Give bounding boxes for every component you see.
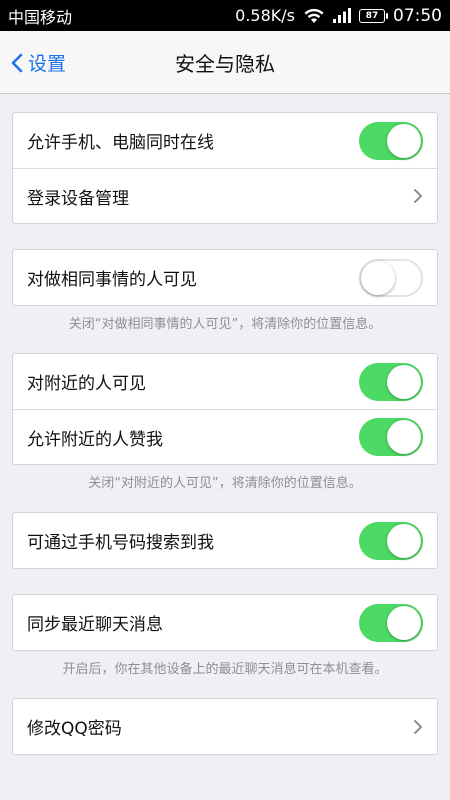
row-phone-search: 可通过手机号码搜索到我	[13, 513, 437, 568]
row-label: 同步最近聊天消息	[27, 615, 163, 635]
row-label: 允许手机、电脑同时在线	[27, 133, 214, 153]
status-indicators: 0.58K/s 87 07:50	[235, 6, 442, 26]
toggle-allow-multi-online[interactable]	[359, 121, 423, 160]
settings-group-password: 修改QQ密码	[12, 698, 438, 755]
back-label: 设置	[28, 53, 67, 75]
carrier-name: 中国移动	[8, 7, 73, 27]
settings-group-phone-search: 可通过手机号码搜索到我	[12, 512, 438, 569]
settings-group-online: 允许手机、电脑同时在线 登录设备管理	[12, 112, 438, 224]
row-visible-same-activity: 对做相同事情的人可见	[13, 250, 437, 305]
row-label: 对附近的人可见	[27, 374, 146, 394]
toggle-allow-nearby-like[interactable]	[359, 418, 423, 456]
row-visible-nearby: 对附近的人可见	[13, 354, 437, 409]
row-label: 对做相同事情的人可见	[27, 270, 197, 290]
signal-icon	[333, 8, 351, 23]
settings-group-same-activity: 对做相同事情的人可见	[12, 249, 438, 306]
footnote-sync-chat: 开启后，你在其他设备上的最近聊天消息可在本机查看。	[62, 662, 388, 677]
settings-list: 允许手机、电脑同时在线 登录设备管理 对做相同事情的人可见 关闭“对做相同事情的…	[0, 94, 450, 755]
row-change-qq-password[interactable]: 修改QQ密码	[13, 699, 437, 754]
chevron-left-icon	[11, 53, 23, 72]
network-speed: 0.58K/s	[235, 6, 295, 25]
row-label: 可通过手机号码搜索到我	[27, 533, 214, 553]
navigation-bar: 设置 安全与隐私	[0, 31, 450, 94]
settings-group-sync-chat: 同步最近聊天消息	[12, 594, 438, 651]
chevron-right-icon	[414, 719, 422, 734]
toggle-phone-search[interactable]	[359, 521, 423, 560]
toggle-visible-same-activity[interactable]	[359, 258, 423, 297]
row-label: 允许附近的人赞我	[27, 429, 163, 450]
row-device-management[interactable]: 登录设备管理	[13, 168, 437, 223]
battery-icon: 87	[359, 8, 388, 23]
back-button[interactable]: 设置	[10, 31, 66, 94]
row-label: 登录设备管理	[27, 188, 129, 209]
row-sync-recent-chats: 同步最近聊天消息	[13, 595, 437, 650]
row-label: 修改QQ密码	[27, 719, 122, 739]
wifi-icon	[303, 8, 325, 24]
status-bar: 中国移动 0.58K/s 87 07:50	[0, 0, 450, 31]
row-allow-nearby-like: 允许附近的人赞我	[13, 409, 437, 464]
clock: 07:50	[393, 5, 442, 26]
toggle-visible-nearby[interactable]	[359, 362, 423, 401]
toggle-sync-recent-chats[interactable]	[359, 603, 423, 642]
row-allow-multi-online: 允许手机、电脑同时在线	[13, 113, 437, 168]
chevron-right-icon	[414, 189, 422, 203]
footnote-nearby: 关闭“对附近的人可见”，将清除你的位置信息。	[88, 476, 362, 491]
page-title: 安全与隐私	[175, 51, 275, 76]
footnote-same-activity: 关闭“对做相同事情的人可见”，将清除你的位置信息。	[68, 317, 382, 332]
settings-group-nearby: 对附近的人可见 允许附近的人赞我	[12, 353, 438, 465]
